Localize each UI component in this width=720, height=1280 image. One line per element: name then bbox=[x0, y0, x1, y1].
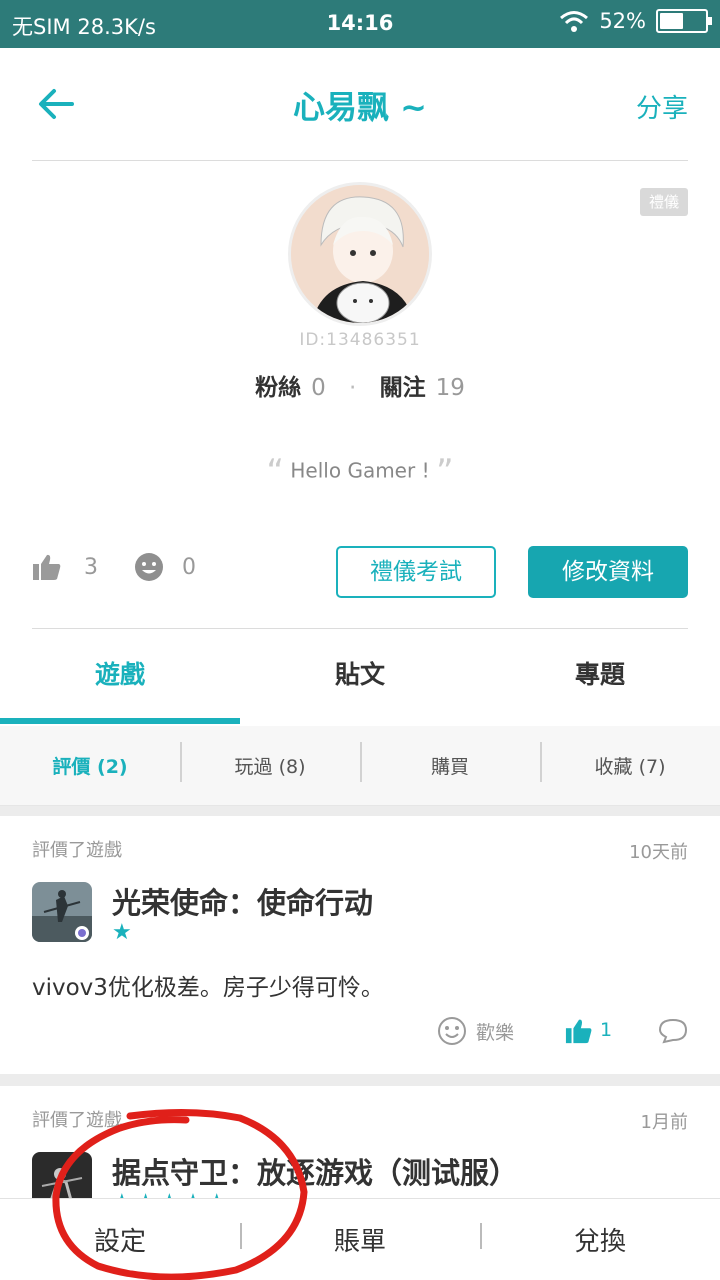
avatar-illustration bbox=[291, 185, 429, 323]
review-card[interactable]: 評價了遊戲 1月前 据点守卫：放逐游戏（测试服） ★★★★★ bbox=[0, 1086, 720, 1198]
reaction-summary: 3 0 bbox=[32, 552, 232, 582]
subtab-count: (7) bbox=[638, 756, 666, 778]
subtab-label: 收藏 bbox=[594, 756, 633, 778]
game-cover-art bbox=[32, 882, 92, 942]
battery-percent: 52% bbox=[599, 9, 646, 33]
review-card[interactable]: 評價了遊戲 10天前 光荣使命：使命行动 ★ vivov3优化极差。房子少得可怜… bbox=[0, 816, 720, 1074]
thumbs-up-icon bbox=[33, 554, 61, 580]
redeem-button[interactable]: 兌換 bbox=[480, 1221, 720, 1258]
tab-posts[interactable]: 貼文 bbox=[240, 630, 480, 726]
activity-type: 評價了遊戲 bbox=[32, 840, 122, 861]
edit-profile-button[interactable]: 修改資料 bbox=[528, 546, 688, 598]
fun-count: 0 bbox=[182, 554, 196, 580]
likes-count: 3 bbox=[84, 554, 98, 580]
subtab-count: (8) bbox=[278, 756, 306, 778]
avatar[interactable] bbox=[288, 182, 432, 326]
smiley-icon bbox=[135, 553, 163, 581]
subtab-favorites[interactable]: 收藏 (7) bbox=[540, 742, 720, 782]
page-title: 心易飘 ~ bbox=[293, 88, 427, 126]
game-subtabs: 評價 (2) 玩過 (8) 購買 收藏 (7) bbox=[0, 726, 720, 806]
settings-button[interactable]: 設定 bbox=[0, 1221, 240, 1258]
bottom-action-bar: 設定 賬單 兌換 bbox=[0, 1198, 720, 1280]
tab-games[interactable]: 遊戲 bbox=[0, 630, 240, 726]
top-app-bar: 心易飘 ~ 分享 bbox=[0, 48, 720, 160]
open-quote-icon: “ bbox=[266, 452, 285, 492]
fans-count[interactable]: 0 bbox=[311, 375, 326, 401]
like-count: 1 bbox=[600, 1019, 613, 1041]
active-tab-indicator bbox=[0, 718, 240, 724]
tab-topics[interactable]: 專題 bbox=[480, 630, 720, 726]
wifi-icon bbox=[560, 11, 589, 32]
status-right: 52% bbox=[559, 9, 712, 33]
subtab-purchased[interactable]: 購買 bbox=[360, 742, 540, 782]
review-text: vivov3优化极差。房子少得可怜。 bbox=[32, 975, 384, 1001]
thumbs-up-icon[interactable] bbox=[565, 1017, 593, 1045]
divider bbox=[32, 628, 688, 629]
divider bbox=[32, 160, 688, 161]
game-icon[interactable] bbox=[32, 882, 92, 942]
game-cover-art bbox=[32, 1152, 92, 1198]
battery-icon bbox=[656, 9, 712, 33]
rating-stars: ★★★★★ bbox=[112, 1190, 231, 1198]
stats-separator: · bbox=[349, 375, 357, 401]
game-title[interactable]: 光荣使命：使命行动 bbox=[112, 880, 373, 922]
fun-reaction-icon[interactable] bbox=[437, 1016, 467, 1046]
fun-reaction-label[interactable]: 歡樂 bbox=[476, 1018, 514, 1045]
subtab-label: 購買 bbox=[430, 756, 469, 778]
rating-stars: ★ bbox=[112, 920, 136, 945]
section-gap bbox=[0, 806, 720, 816]
activity-time: 1月前 bbox=[640, 1112, 688, 1133]
subtab-label: 評價 bbox=[52, 756, 91, 778]
subtab-count: (2) bbox=[97, 756, 128, 778]
status-bar: 无SIM 28.3K/s 14:16 52% bbox=[0, 0, 720, 48]
subtab-label: 玩過 bbox=[234, 756, 273, 778]
game-icon[interactable] bbox=[32, 1152, 92, 1198]
following-count[interactable]: 19 bbox=[436, 375, 465, 401]
comment-icon[interactable] bbox=[658, 1017, 688, 1045]
activity-type: 評價了遊戲 bbox=[32, 1110, 122, 1131]
etiquette-exam-button[interactable]: 禮儀考試 bbox=[336, 546, 496, 598]
fans-label[interactable]: 粉絲 bbox=[255, 375, 301, 401]
bill-button[interactable]: 賬單 bbox=[240, 1221, 480, 1258]
subtab-played[interactable]: 玩過 (8) bbox=[180, 742, 360, 782]
share-button[interactable]: 分享 bbox=[636, 88, 688, 125]
close-quote-icon: ” bbox=[435, 452, 454, 492]
user-id: ID:13486351 bbox=[299, 330, 421, 350]
follow-stats: 粉絲 0 · 關注 19 bbox=[0, 368, 720, 402]
user-signature: “ Hello Gamer ! ” bbox=[0, 452, 720, 492]
section-gap bbox=[0, 1074, 720, 1086]
subtab-reviews[interactable]: 評價 (2) bbox=[0, 752, 180, 779]
signature-text: Hello Gamer ! bbox=[290, 458, 430, 483]
profile-tabs: 遊戲 貼文 專題 bbox=[0, 630, 720, 726]
game-title[interactable]: 据点守卫：放逐游戏（测试服） bbox=[112, 1150, 518, 1192]
following-label[interactable]: 關注 bbox=[380, 375, 426, 401]
activity-time: 10天前 bbox=[629, 842, 688, 863]
etiquette-badge: 禮儀 bbox=[640, 188, 688, 216]
